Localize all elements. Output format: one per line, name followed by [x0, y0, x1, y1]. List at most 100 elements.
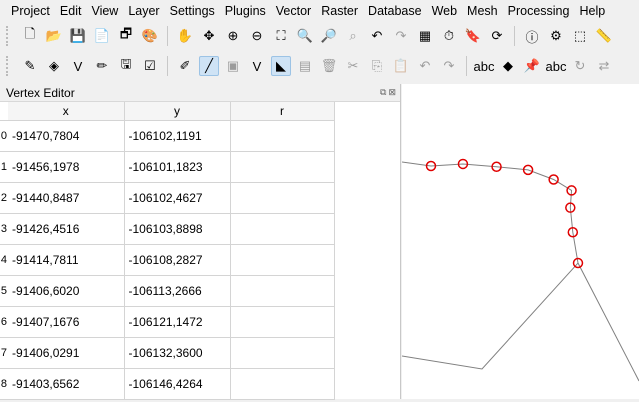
column-header-x[interactable]: x — [8, 102, 125, 121]
pan-icon[interactable]: ✋ — [175, 26, 195, 46]
bookmark-icon[interactable]: 🔖 — [463, 26, 483, 46]
delete-selected-icon[interactable]: 🗑 — [319, 56, 339, 76]
vertex-editor-icon[interactable]: ☑ — [140, 56, 160, 76]
temporal-controller-icon[interactable]: ⏱ — [439, 26, 459, 46]
pin-labels-icon[interactable]: 📌 — [522, 56, 542, 76]
cell-y[interactable]: -106102,1191 — [124, 120, 231, 152]
cell-r[interactable] — [230, 368, 335, 400]
cell-x[interactable]: -91470,7804 — [8, 120, 125, 152]
cell-r[interactable] — [230, 275, 335, 307]
undo-icon[interactable]: ↶ — [415, 56, 435, 76]
menu-help[interactable]: Help — [574, 0, 610, 22]
map-canvas[interactable] — [401, 84, 639, 399]
feature-line[interactable] — [401, 161, 639, 382]
cell-r[interactable] — [230, 120, 335, 152]
zoom-to-selection-icon[interactable]: 🔍 — [295, 26, 315, 46]
label-icon[interactable]: abc — [474, 56, 495, 76]
paste-features-icon[interactable]: 📋 — [391, 56, 411, 76]
float-panel-icon[interactable]: ⧉ — [380, 87, 386, 98]
column-header-y[interactable]: y — [124, 102, 231, 121]
cell-x[interactable]: -91403,6562 — [8, 368, 125, 400]
cell-x[interactable]: -91414,7811 — [8, 244, 125, 276]
label-tool-icon[interactable]: ◆ — [498, 56, 518, 76]
attribute-table-icon[interactable]: ⚙ — [546, 26, 566, 46]
cell-y[interactable]: -106103,8898 — [124, 213, 231, 245]
style-manager-icon[interactable]: 🎨 — [140, 26, 160, 46]
refresh-icon[interactable]: ⟳ — [487, 26, 507, 46]
zoom-to-layer-icon[interactable]: 🔎 — [319, 26, 339, 46]
cell-y[interactable]: -106108,2827 — [124, 244, 231, 276]
new-project-icon[interactable]: 🗋 — [20, 26, 40, 46]
zoom-next-icon[interactable]: ↷ — [391, 26, 411, 46]
cell-x[interactable]: -91426,4516 — [8, 213, 125, 245]
cell-r[interactable] — [230, 306, 335, 338]
save-project-icon[interactable]: 💾 — [68, 26, 88, 46]
cell-y[interactable]: -106132,3600 — [124, 337, 231, 369]
cell-y[interactable]: -106101,1823 — [124, 151, 231, 183]
cell-r[interactable] — [230, 337, 335, 369]
identify-icon[interactable]: ⓘ — [522, 26, 542, 46]
toolbar-handle[interactable] — [6, 26, 10, 46]
zoom-full-icon[interactable]: ⛶ — [271, 26, 291, 46]
menu-view[interactable]: View — [86, 0, 123, 22]
zoom-last-icon[interactable]: ↶ — [367, 26, 387, 46]
toggle-editing-icon[interactable]: ✏ — [92, 56, 112, 76]
change-label-icon[interactable]: ⇄ — [594, 56, 614, 76]
rotate-label-icon[interactable]: ↻ — [570, 56, 590, 76]
zoom-in-icon[interactable]: ⊕ — [223, 26, 243, 46]
menu-web[interactable]: Web — [427, 0, 462, 22]
modify-attributes-icon[interactable]: ▤ — [295, 56, 315, 76]
table-row[interactable]: 3 -91426,4516 -106103,8898 — [0, 213, 335, 245]
open-project-icon[interactable]: 📂 — [44, 26, 64, 46]
cell-r[interactable] — [230, 244, 335, 276]
cell-y[interactable]: -106121,1472 — [124, 306, 231, 338]
digitize-line-icon[interactable]: ╱ — [199, 56, 219, 76]
menu-raster[interactable]: Raster — [316, 0, 363, 22]
measure-icon[interactable]: 📏 — [594, 26, 614, 46]
save-edits-icon[interactable]: 🖫 — [116, 56, 136, 76]
table-row[interactable]: 0 -91470,7804 -106102,1191 — [0, 120, 335, 152]
pan-to-selection-icon[interactable]: ✥ — [199, 26, 219, 46]
cell-r[interactable] — [230, 151, 335, 183]
cell-x[interactable]: -91440,8487 — [8, 182, 125, 214]
cell-r[interactable] — [230, 182, 335, 214]
vertex-tool-icon[interactable]: V — [247, 56, 267, 76]
menu-processing[interactable]: Processing — [503, 0, 575, 22]
cut-features-icon[interactable]: ✂ — [343, 56, 363, 76]
vertex-tool-dropdown-icon[interactable]: ◣ — [271, 56, 291, 76]
select-features-icon[interactable]: ⬚ — [570, 26, 590, 46]
menu-settings[interactable]: Settings — [165, 0, 220, 22]
table-row[interactable]: 1 -91456,1978 -106101,1823 — [0, 151, 335, 183]
current-edits-icon[interactable]: ✎ — [20, 56, 40, 76]
menu-project[interactable]: Project — [6, 0, 55, 22]
table-row[interactable]: 2 -91440,8487 -106102,4627 — [0, 182, 335, 214]
digitize-vector-icon[interactable]: V — [68, 56, 88, 76]
layer-diagram-icon[interactable]: ◈ — [44, 56, 64, 76]
cell-x[interactable]: -91407,1676 — [8, 306, 125, 338]
cell-r[interactable] — [230, 213, 335, 245]
highlight-labels-icon[interactable]: abc — [546, 56, 567, 76]
new-map-view-icon[interactable]: ▦ — [415, 26, 435, 46]
cell-x[interactable]: -91456,1978 — [8, 151, 125, 183]
show-layout-manager-icon[interactable]: 🗗 — [116, 26, 136, 46]
table-row[interactable]: 8 -91403,6562 -106146,4264 — [0, 368, 335, 400]
zoom-out-icon[interactable]: ⊖ — [247, 26, 267, 46]
redo-icon[interactable]: ↷ — [439, 56, 459, 76]
close-panel-icon[interactable]: ⊠ — [388, 87, 396, 98]
menu-database[interactable]: Database — [363, 0, 427, 22]
zoom-native-icon[interactable]: ⌕ — [343, 26, 363, 46]
menu-vector[interactable]: Vector — [271, 0, 316, 22]
cell-y[interactable]: -106102,4627 — [124, 182, 231, 214]
edit-pencil-icon[interactable]: ✐ — [175, 56, 195, 76]
menu-plugins[interactable]: Plugins — [220, 0, 271, 22]
add-feature-icon[interactable]: ▣ — [223, 56, 243, 76]
menu-edit[interactable]: Edit — [55, 0, 87, 22]
cell-y[interactable]: -106146,4264 — [124, 368, 231, 400]
copy-features-icon[interactable]: ⎘ — [367, 56, 387, 76]
menu-layer[interactable]: Layer — [123, 0, 164, 22]
new-print-layout-icon[interactable]: 📄 — [92, 26, 112, 46]
cell-x[interactable]: -91406,6020 — [8, 275, 125, 307]
toolbar-handle[interactable] — [6, 56, 10, 76]
table-row[interactable]: 6 -91407,1676 -106121,1472 — [0, 306, 335, 338]
menu-mesh[interactable]: Mesh — [462, 0, 503, 22]
